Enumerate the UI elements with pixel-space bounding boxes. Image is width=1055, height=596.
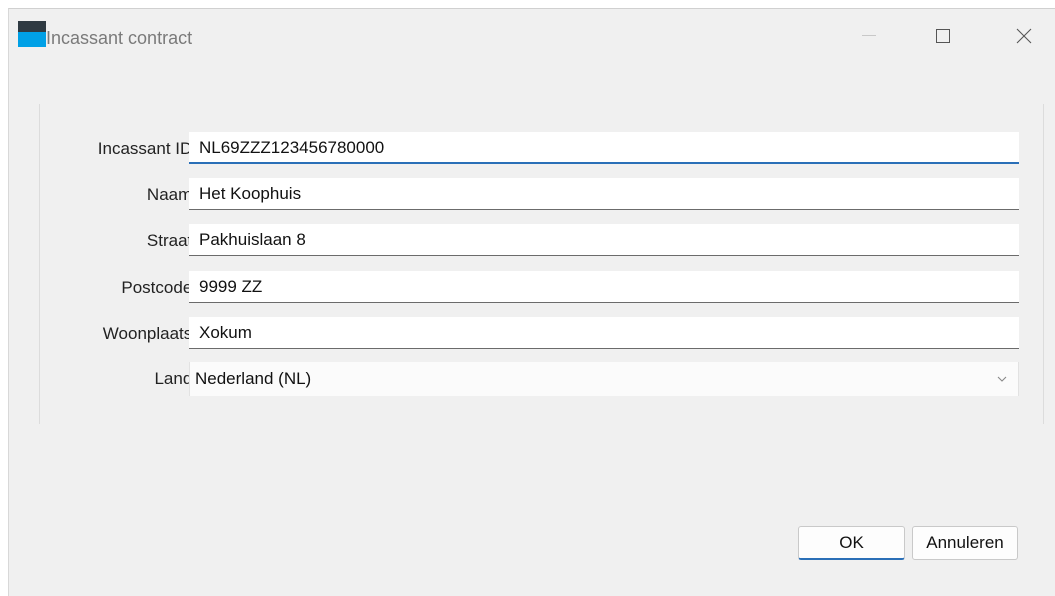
form-panel: Incassant ID: NL69ZZZ123456780000 Naam: … [39, 104, 1044, 424]
close-button[interactable] [1001, 19, 1047, 53]
straat-input[interactable]: Pakhuislaan 8 [189, 224, 1019, 256]
maximize-icon [936, 29, 950, 43]
woonplaats-label: Woonplaats: [102, 324, 197, 343]
cancel-button[interactable]: Annuleren [912, 526, 1018, 560]
postcode-label: Postcode: [121, 278, 197, 297]
incassant-id-label: Incassant ID: [97, 139, 197, 158]
land-selected-value: Nederland (NL) [195, 369, 312, 388]
close-icon [1016, 28, 1032, 44]
row-incassant-id: Incassant ID: NL69ZZZ123456780000 [40, 132, 1040, 168]
row-straat: Straat: Pakhuislaan 8 [40, 224, 1040, 260]
row-naam: Naam: Het Koophuis [40, 178, 1040, 214]
naam-input[interactable]: Het Koophuis [189, 178, 1019, 210]
row-land: Land: Nederland (NL) [40, 362, 1040, 398]
chevron-down-icon [997, 376, 1007, 382]
window-title: Incassant contract [46, 28, 193, 48]
maximize-button[interactable] [920, 19, 966, 53]
minimize-icon [862, 35, 876, 36]
app-icon [18, 21, 46, 47]
minimize-button[interactable] [846, 19, 892, 53]
ok-button[interactable]: OK [798, 526, 905, 560]
postcode-input[interactable]: 9999 ZZ [189, 271, 1019, 303]
row-woonplaats: Woonplaats: Xokum [40, 317, 1040, 353]
woonplaats-input[interactable]: Xokum [189, 317, 1019, 349]
title-bar: Incassant contract [9, 9, 1055, 65]
row-postcode: Postcode: 9999 ZZ [40, 271, 1040, 307]
incassant-id-input[interactable]: NL69ZZZ123456780000 [189, 132, 1019, 164]
dialog-window: Incassant contract Incassant ID: NL69ZZZ… [8, 8, 1055, 596]
land-select[interactable]: Nederland (NL) [189, 362, 1019, 396]
